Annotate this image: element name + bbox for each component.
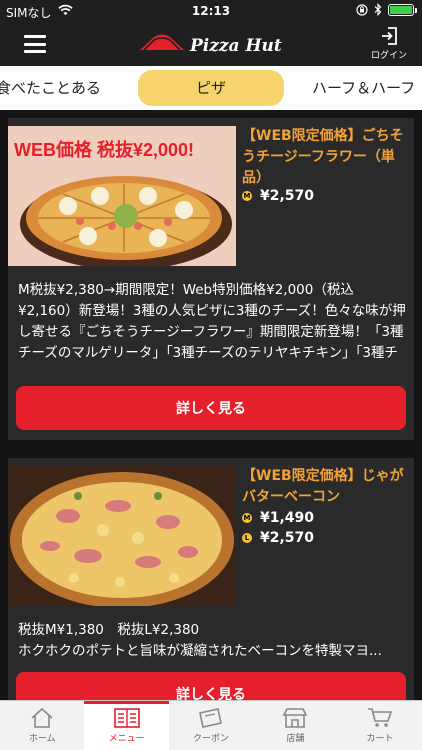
nav-store-label: 店舗 <box>286 734 305 744</box>
product-card[interactable]: WEB価格 税抜¥2,000! 【WEB限定価格】ごちそうチージーフラワー（単品… <box>8 118 414 440</box>
pizza-hut-logo: Pizza Hut <box>140 34 282 56</box>
login-label: ログイン <box>370 51 407 61</box>
size-m-badge: M <box>242 191 252 201</box>
home-icon <box>31 707 53 728</box>
svg-text:Pizza Hut: Pizza Hut <box>189 36 282 56</box>
nav-cart[interactable]: カート <box>338 701 422 750</box>
product-description: M税抜¥2,380→期間限定！Web特別価格¥2,000（税込¥2,160）新登… <box>18 282 406 361</box>
coupon-icon <box>199 708 222 728</box>
tab-half-and-half[interactable]: ハーフ＆ハーフ <box>312 70 415 106</box>
price-row-m: M ¥1,490 <box>242 510 314 526</box>
login-button[interactable]: ログイン <box>366 26 412 62</box>
nav-coupon[interactable]: クーポン <box>169 701 253 750</box>
size-l-badge: L <box>242 533 252 543</box>
login-icon <box>382 27 397 45</box>
product-title[interactable]: 【WEB限定価格】ごちそうチージーフラワー（単品） <box>242 126 410 189</box>
product-image[interactable]: WEB価格 税抜¥2,000! <box>8 126 236 266</box>
product-title[interactable]: 【WEB限定価格】じゃがバターベーコン <box>242 466 410 508</box>
nav-cart-label: カート <box>366 734 394 744</box>
cart-icon <box>367 708 392 727</box>
nav-menu-label: メニュー <box>108 734 145 744</box>
app-header: Pizza Hut ログイン <box>0 22 422 66</box>
tab-tabeta[interactable]: 食べたことある <box>0 70 101 106</box>
price-row-m: M ¥2,570 <box>242 188 314 204</box>
size-m-badge: M <box>242 513 252 523</box>
status-bar: SIMなし 12:13 <box>0 0 422 22</box>
bottom-nav: ホーム メニュー クーポン 店舗 カート <box>0 700 422 750</box>
product-price-l: ¥2,570 <box>260 530 315 546</box>
tab-pizza[interactable]: ピザ <box>138 70 284 106</box>
product-image[interactable] <box>8 466 236 606</box>
nav-menu[interactable]: メニュー <box>84 701 170 750</box>
category-tabs: 食べたことある ピザ ハーフ＆ハーフ <box>0 66 422 110</box>
details-button[interactable]: 詳しく見る <box>16 386 406 430</box>
price-row-l: L ¥2,570 <box>242 530 314 546</box>
nav-home[interactable]: ホーム <box>0 701 84 750</box>
nav-home-label: ホーム <box>28 734 56 744</box>
nav-store[interactable]: 店舗 <box>253 701 337 750</box>
product-description: 税抜M¥1,380 税抜L¥2,380 ホクホクのポテトと旨味が凝縮されたベーコ… <box>18 622 382 659</box>
store-icon <box>283 708 308 728</box>
rotation-lock-icon <box>356 3 368 16</box>
product-price: ¥2,570 <box>260 188 315 204</box>
nav-coupon-label: クーポン <box>193 734 230 744</box>
menu-book-icon <box>113 708 140 728</box>
bluetooth-icon <box>374 3 382 16</box>
battery-icon <box>388 3 417 16</box>
svg-text:WEB価格 税抜¥2,000!: WEB価格 税抜¥2,000! <box>14 139 194 160</box>
product-price-m: ¥1,490 <box>260 510 315 526</box>
product-card[interactable]: 【WEB限定価格】じゃがバターベーコン M ¥1,490 L ¥2,570 税抜… <box>8 458 414 718</box>
hamburger-icon[interactable] <box>24 35 46 53</box>
